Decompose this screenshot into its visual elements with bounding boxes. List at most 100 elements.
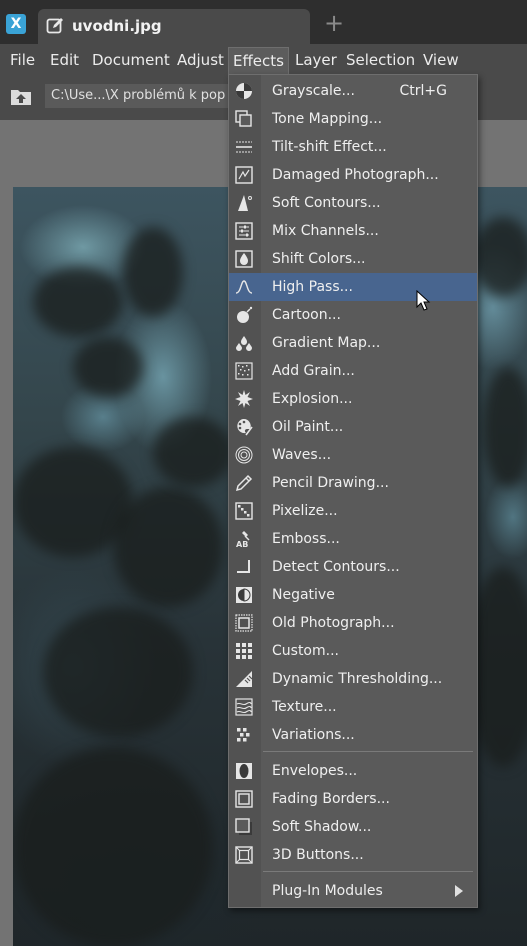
- menu-item-grayscale[interactable]: Grayscale... Ctrl+G: [229, 77, 477, 105]
- app-logo-icon[interactable]: X: [6, 14, 26, 34]
- tilt-shift-icon: [236, 141, 252, 153]
- menu-item-label: Negative: [272, 587, 335, 603]
- menu-item-negative[interactable]: Negative: [229, 581, 477, 609]
- menu-item-soft-shadow[interactable]: Soft Shadow...: [229, 813, 477, 841]
- menu-item-explosion[interactable]: Explosion...: [229, 385, 477, 413]
- menu-item-label: 3D Buttons...: [272, 847, 364, 863]
- new-tab-button[interactable]: +: [323, 11, 345, 35]
- menu-item-label: Damaged Photograph...: [272, 167, 439, 183]
- menu-item-old-photograph[interactable]: Old Photograph...: [229, 609, 477, 637]
- edit-icon: [46, 18, 63, 34]
- menu-item-label: Tilt-shift Effect...: [272, 139, 387, 155]
- menu-item-gradient-map[interactable]: Gradient Map...: [229, 329, 477, 357]
- menu-item-label: Cartoon...: [272, 307, 341, 323]
- menu-item-label: Envelopes...: [272, 763, 358, 779]
- menu-separator: [263, 751, 473, 752]
- oil-paint-icon: [237, 418, 253, 436]
- menu-item-label: Variations...: [272, 727, 355, 743]
- menu-item-label: Old Photograph...: [272, 615, 395, 631]
- menu-item-texture[interactable]: Texture...: [229, 693, 477, 721]
- menu-item-label: Soft Shadow...: [272, 819, 372, 835]
- menu-item-label: Fading Borders...: [272, 791, 390, 807]
- menu-item-label: Detect Contours...: [272, 559, 400, 575]
- menu-item-label: Dynamic Thresholding...: [272, 671, 443, 687]
- mouse-cursor-icon: [416, 290, 431, 311]
- menu-item-label: Texture...: [272, 699, 337, 715]
- emboss-icon: AB: [236, 531, 250, 548]
- menu-item-label: Soft Contours...: [272, 195, 381, 211]
- menu-item-label: Plug-In Modules: [272, 883, 383, 899]
- menu-item-label: Explosion...: [272, 391, 353, 407]
- menu-selection[interactable]: Selection: [342, 49, 419, 71]
- menu-separator: [263, 871, 473, 872]
- tab-bar: X uvodni.jpg +: [0, 0, 527, 44]
- variations-icon: [237, 728, 250, 742]
- menu-item-label: Gradient Map...: [272, 335, 381, 351]
- old-photo-icon: [235, 614, 253, 632]
- menu-item-shift-colors[interactable]: Shift Colors...: [229, 245, 477, 273]
- menu-item-detect-contours[interactable]: Detect Contours...: [229, 553, 477, 581]
- menu-item-label: Shift Colors...: [272, 251, 366, 267]
- texture-icon: [235, 698, 253, 716]
- menu-item-emboss[interactable]: AB Emboss...: [229, 525, 477, 553]
- menu-adjust[interactable]: Adjust: [173, 49, 228, 71]
- menu-item-label: Grayscale...: [272, 83, 355, 99]
- file-path-field[interactable]: C:\Use...\X problémů k pop: [45, 84, 251, 108]
- menu-item-waves[interactable]: Waves...: [229, 441, 477, 469]
- envelope-icon: [236, 763, 252, 779]
- custom-grid-icon: [236, 643, 252, 659]
- effects-dropdown-menu: Grayscale... Ctrl+G Tone Mapping... Tilt…: [228, 74, 478, 908]
- menu-item-tone-mapping[interactable]: Tone Mapping...: [229, 105, 477, 133]
- dynamic-threshold-icon: [236, 671, 253, 687]
- high-pass-icon: [235, 280, 253, 294]
- menu-item-damaged-photograph[interactable]: Damaged Photograph...: [229, 161, 477, 189]
- pixelize-icon: [235, 502, 253, 520]
- damaged-photo-icon: [235, 166, 253, 184]
- menu-document[interactable]: Document: [88, 49, 174, 71]
- menu-item-dynamic-thresholding[interactable]: Dynamic Thresholding...: [229, 665, 477, 693]
- submenu-arrow-icon: [455, 885, 463, 897]
- fading-borders-icon: [235, 790, 253, 808]
- menu-view[interactable]: View: [419, 49, 463, 71]
- menu-item-soft-contours[interactable]: Soft Contours...: [229, 189, 477, 217]
- cartoon-icon: [237, 306, 253, 323]
- menu-item-envelopes[interactable]: Envelopes...: [229, 757, 477, 785]
- menu-item-label: Add Grain...: [272, 363, 355, 379]
- soft-contours-icon: [238, 195, 252, 211]
- menu-item-label: Pixelize...: [272, 503, 338, 519]
- menu-file[interactable]: File: [6, 49, 39, 71]
- menu-item-pixelize[interactable]: Pixelize...: [229, 497, 477, 525]
- menu-item-variations[interactable]: Variations...: [229, 721, 477, 749]
- menu-effects[interactable]: Effects: [228, 47, 289, 75]
- menu-item-oil-paint[interactable]: Oil Paint...: [229, 413, 477, 441]
- folder-up-icon[interactable]: [10, 86, 32, 106]
- menu-item-label: High Pass...: [272, 279, 353, 295]
- add-grain-icon: [235, 362, 253, 380]
- soft-shadow-icon: [235, 818, 252, 835]
- menu-item-high-pass[interactable]: High Pass...: [229, 273, 477, 301]
- negative-icon: [236, 587, 252, 603]
- mix-channels-icon: [235, 222, 253, 240]
- menu-item-tilt-shift[interactable]: Tilt-shift Effect...: [229, 133, 477, 161]
- menu-item-plug-in-modules[interactable]: Plug-In Modules: [229, 877, 477, 905]
- menu-item-custom[interactable]: Custom...: [229, 637, 477, 665]
- menu-item-3d-buttons[interactable]: 3D Buttons...: [229, 841, 477, 869]
- menu-layer[interactable]: Layer: [291, 49, 341, 71]
- menu-item-label: Emboss...: [272, 531, 340, 547]
- menu-item-label: Pencil Drawing...: [272, 475, 389, 491]
- 3d-buttons-icon: [235, 846, 253, 864]
- document-tab[interactable]: uvodni.jpg: [38, 9, 310, 44]
- menu-item-label: Tone Mapping...: [272, 111, 383, 127]
- menu-item-cartoon[interactable]: Cartoon...: [229, 301, 477, 329]
- shift-colors-icon: [235, 250, 253, 268]
- menu-item-fading-borders[interactable]: Fading Borders...: [229, 785, 477, 813]
- menu-item-pencil-drawing[interactable]: Pencil Drawing...: [229, 469, 477, 497]
- tone-mapping-icon: [235, 110, 252, 127]
- detect-contours-icon: [237, 560, 250, 573]
- menu-item-mix-channels[interactable]: Mix Channels...: [229, 217, 477, 245]
- grayscale-icon: [236, 83, 252, 99]
- explosion-icon: [235, 390, 253, 408]
- menu-item-add-grain[interactable]: Add Grain...: [229, 357, 477, 385]
- menu-item-label: Oil Paint...: [272, 419, 344, 435]
- menu-edit[interactable]: Edit: [46, 49, 83, 71]
